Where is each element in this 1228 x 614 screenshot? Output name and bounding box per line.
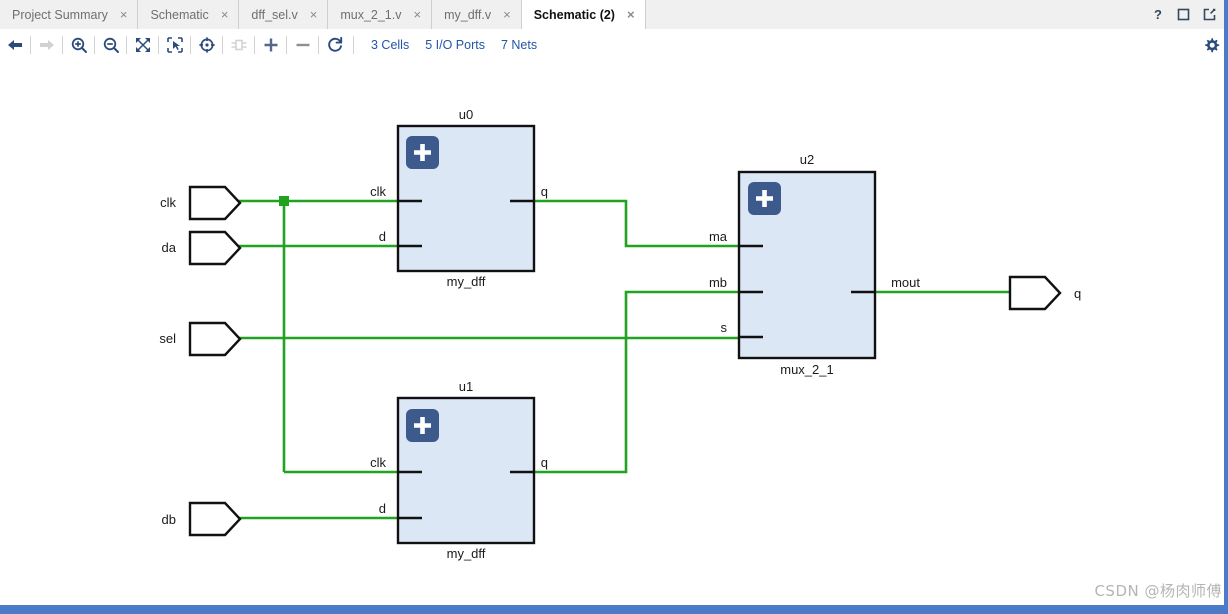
toolbar-separator	[353, 36, 354, 54]
toolbar-separator	[190, 36, 191, 54]
tab-schematic[interactable]: Schematic ×	[138, 0, 240, 29]
net-u1q-to-mb[interactable]	[532, 290, 741, 474]
pin-label: clk	[370, 455, 386, 470]
tab-bar: Project Summary × Schematic × dff_sel.v …	[0, 0, 1228, 30]
settings-gear-icon[interactable]	[1194, 29, 1228, 61]
toolbar-separator	[318, 36, 319, 54]
port-db[interactable]: db	[162, 501, 242, 537]
zoom-fit-icon[interactable]	[128, 29, 157, 61]
schematic-canvas[interactable]: clk da sel db q u0 clk d q my_dff u1 clk…	[0, 61, 1227, 605]
pin-label: ma	[709, 229, 728, 244]
tab-close-icon[interactable]: ×	[627, 8, 635, 21]
port-clk[interactable]: clk	[160, 185, 242, 221]
port-label: q	[1074, 286, 1081, 301]
block-instance-label: u0	[459, 107, 473, 122]
svg-text:?: ?	[1154, 8, 1162, 22]
toolbar-separator	[126, 36, 127, 54]
add-icon[interactable]	[256, 29, 285, 61]
tab-mux-2-1-v[interactable]: mux_2_1.v ×	[328, 0, 433, 29]
tab-dff-sel-v[interactable]: dff_sel.v ×	[239, 0, 329, 29]
float-window-icon[interactable]	[1203, 8, 1216, 21]
toolbar-separator	[286, 36, 287, 54]
toolbar-separator	[158, 36, 159, 54]
maximize-icon[interactable]	[1177, 8, 1190, 21]
tab-label: Project Summary	[12, 7, 108, 22]
tab-label: my_dff.v	[444, 7, 492, 22]
port-sel[interactable]: sel	[159, 321, 242, 357]
pin-label: mout	[891, 275, 920, 290]
port-label: sel	[159, 331, 176, 346]
pin-label: q	[541, 455, 548, 470]
tab-my-dff-v[interactable]: my_dff.v ×	[432, 0, 522, 29]
port-label: da	[162, 240, 177, 255]
block-type-label: my_dff	[447, 546, 486, 561]
cells-count-link[interactable]: 3 Cells	[371, 38, 409, 52]
tab-label: Schematic	[150, 7, 209, 22]
window-controls: ?	[1146, 0, 1228, 29]
net-junction-clk	[279, 196, 289, 206]
tab-label: Schematic (2)	[533, 7, 615, 22]
block-u0[interactable]: u0 clk d q my_dff	[370, 107, 548, 289]
tab-close-icon[interactable]: ×	[310, 8, 318, 21]
zoom-out-icon[interactable]	[96, 29, 125, 61]
tab-label: mux_2_1.v	[340, 7, 402, 22]
zoom-area-icon[interactable]	[160, 29, 189, 61]
expand-cell-button-u2[interactable]	[748, 182, 781, 215]
toolbar-separator	[254, 36, 255, 54]
expand-cell-button-u0[interactable]	[406, 136, 439, 169]
forward-icon[interactable]	[32, 29, 61, 61]
io-ports-count-link[interactable]: 5 I/O Ports	[425, 38, 485, 52]
tab-close-icon[interactable]: ×	[503, 8, 511, 21]
zoom-in-icon[interactable]	[64, 29, 93, 61]
pin-label: d	[379, 501, 386, 516]
tab-label: dff_sel.v	[251, 7, 298, 22]
port-label: clk	[160, 195, 176, 210]
pin-label: d	[379, 229, 386, 244]
block-u1[interactable]: u1 clk d q my_dff	[370, 379, 548, 561]
block-u2[interactable]: u2 ma mb s mout mux_2_1	[709, 152, 920, 377]
regenerate-layout-icon[interactable]	[320, 29, 349, 61]
block-type-label: mux_2_1	[780, 362, 833, 377]
tab-schematic-2[interactable]: Schematic (2) ×	[521, 0, 646, 29]
remove-icon[interactable]	[288, 29, 317, 61]
block-instance-label: u1	[459, 379, 473, 394]
help-icon[interactable]: ?	[1152, 8, 1164, 22]
window-right-edge	[1224, 0, 1228, 614]
tab-project-summary[interactable]: Project Summary ×	[0, 0, 139, 29]
port-da[interactable]: da	[162, 230, 242, 266]
window-bottom-bar	[0, 605, 1228, 614]
toolbar-separator	[30, 36, 31, 54]
pin-label: mb	[709, 275, 727, 290]
tab-close-icon[interactable]: ×	[120, 8, 128, 21]
back-icon[interactable]	[0, 29, 29, 61]
port-q-out[interactable]: q	[1008, 275, 1081, 311]
expand-cell-icon[interactable]	[224, 29, 253, 61]
schematic-window: Project Summary × Schematic × dff_sel.v …	[0, 0, 1228, 614]
block-instance-label: u2	[800, 152, 814, 167]
toolbar-separator	[62, 36, 63, 54]
recenter-icon[interactable]	[192, 29, 221, 61]
pin-label: q	[541, 184, 548, 199]
pin-label: s	[721, 320, 728, 335]
tab-close-icon[interactable]: ×	[413, 8, 421, 21]
port-label: db	[162, 512, 176, 527]
block-type-label: my_dff	[447, 274, 486, 289]
nets-count-link[interactable]: 7 Nets	[501, 38, 537, 52]
net-clk[interactable]	[238, 199, 400, 474]
schematic-toolbar: 3 Cells 5 I/O Ports 7 Nets	[0, 29, 1228, 62]
toolbar-separator	[222, 36, 223, 54]
tab-close-icon[interactable]: ×	[221, 8, 229, 21]
expand-cell-button-u1[interactable]	[406, 409, 439, 442]
pin-label: clk	[370, 184, 386, 199]
toolbar-separator	[94, 36, 95, 54]
tab-bar-spacer	[645, 0, 1146, 29]
